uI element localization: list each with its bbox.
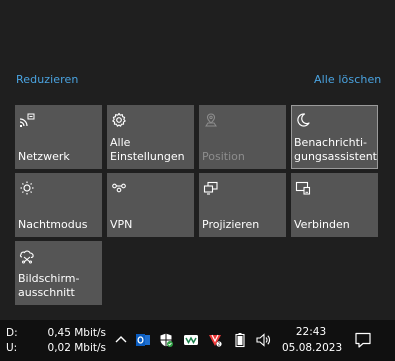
upload-label: U: [6,342,18,354]
tile-label: VPN [110,218,133,231]
tile-label: Position [202,150,245,163]
tile-label: Alle Einstellungen [110,136,185,163]
tile-all-settings[interactable]: Alle Einstellungen [107,105,194,169]
vivaldi-icon[interactable]: 2 [207,332,223,348]
notification-icon[interactable] [354,331,372,349]
chevron-up-icon[interactable] [113,332,129,348]
download-label: D: [6,327,18,339]
tile-night-light[interactable]: Nachtmodus [15,173,102,237]
moon-icon [297,113,310,127]
outlook-icon[interactable] [135,332,151,348]
location-icon [205,113,217,127]
speaker-icon[interactable] [255,332,271,348]
download-value: 0,45 Mbit/s [47,327,106,339]
veeam-icon[interactable] [183,332,199,348]
tile-label: Netzwerk [18,150,70,163]
tile-label: Benachrichti-gungsassistent [294,136,377,163]
clock[interactable]: 22:43 05.08.2023 [282,324,343,356]
tile-project[interactable]: Projizieren [199,173,286,237]
gear-icon [112,112,126,127]
network-speed-values[interactable]: 0,45 Mbit/s 0,02 Mbit/s [40,326,106,356]
upload-value: 0,02 Mbit/s [47,342,106,354]
tile-location[interactable]: Position [199,105,286,169]
security-icon[interactable] [158,332,174,348]
clock-time: 22:43 [295,326,327,338]
battery-icon[interactable] [232,332,248,348]
tile-label: Bildschirm-ausschnitt [18,272,80,299]
tile-connect[interactable]: Verbinden [291,173,378,237]
taskbar: D: U: 0,45 Mbit/s 0,02 Mbit/s 2 22:43 05… [0,320,395,361]
connect-icon [295,181,311,195]
collapse-link[interactable]: Reduzieren [16,73,79,86]
clear-all-link[interactable]: Alle löschen [314,73,381,86]
tile-label: Verbinden [294,218,350,231]
vpn-icon [112,183,126,193]
tile-screen-snip[interactable]: Bildschirm-ausschnitt [15,241,102,305]
svg-text:2: 2 [218,342,221,347]
snip-icon [19,250,34,264]
action-center-panel: Reduzieren Alle löschen Netzwerk Alle Ei… [0,0,395,320]
project-icon [203,181,218,195]
tile-focus-assist[interactable]: Benachrichti-gungsassistent [291,105,378,169]
tile-label: Projizieren [202,218,260,231]
network-speed-labels: D: U: [6,326,18,356]
tile-label: Nachtmodus [18,218,88,231]
tile-network[interactable]: Netzwerk [15,105,102,169]
brightness-icon [20,181,34,195]
tile-vpn[interactable]: VPN [107,173,194,237]
clock-date: 05.08.2023 [282,342,343,354]
network-icon [19,113,35,127]
